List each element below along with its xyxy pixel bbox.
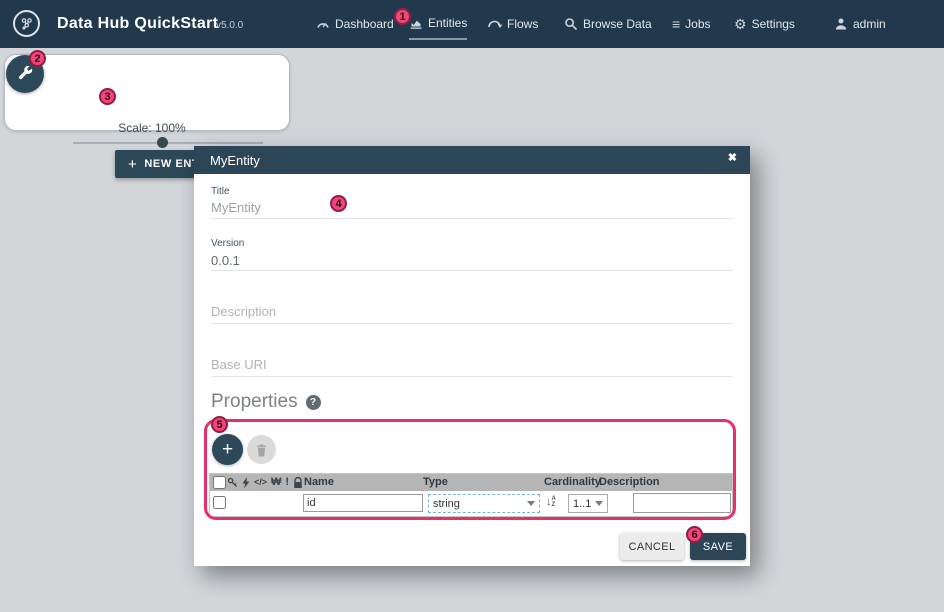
annotation-badge-6: 6 [686, 526, 703, 543]
lock-icon [293, 477, 303, 489]
annotation-badge-5: 5 [211, 416, 228, 433]
property-type-select[interactable]: string [428, 494, 540, 513]
property-type-value: string [433, 498, 460, 510]
datahub-logo-icon [13, 10, 40, 37]
top-navbar: Data Hub QuickStart v5.0.0 Dashboard Ent… [0, 0, 944, 48]
column-header-description: Description [599, 476, 660, 488]
property-cardinality-select[interactable]: 1..1 [568, 494, 608, 513]
nav-item-dashboard[interactable]: Dashboard [316, 0, 394, 48]
plus-icon: + [128, 156, 137, 173]
app-version: v5.0.0 [216, 20, 243, 31]
nav-item-user[interactable]: admin [834, 0, 886, 48]
word-lexicon-icon: ₩ [271, 477, 281, 488]
nav-label: Flows [507, 17, 538, 31]
property-flag-icons: </> ₩ ! [227, 475, 303, 490]
select-all-checkbox[interactable] [213, 476, 226, 489]
search-icon [564, 17, 578, 31]
username-label: admin [853, 17, 886, 31]
entity-toolbox-panel: Scale: 100% + NEW ENTITY [4, 54, 290, 131]
properties-table: </> ₩ ! Name Type Cardinality Descriptio… [209, 473, 733, 517]
gear-icon: ⚙ [734, 17, 747, 31]
flows-icon [487, 17, 502, 31]
add-property-button[interactable]: + [212, 434, 243, 465]
chevron-down-icon [527, 501, 535, 506]
column-header-cardinality: Cardinality [544, 476, 601, 488]
entities-icon [409, 16, 423, 30]
nav-item-entities[interactable]: Entities [409, 0, 467, 48]
annotation-badge-2: 2 [29, 50, 46, 67]
scale-slider-track[interactable] [73, 142, 263, 144]
entity-editor-modal: MyEntity ✖ Title MyEntity Version 0.0.1 … [194, 146, 750, 566]
sort-letter-z: Z [552, 502, 556, 508]
version-field-input[interactable]: 0.0.1 [211, 253, 240, 268]
modal-header: MyEntity ✖ [194, 146, 750, 174]
cardinality-value: 1..1 [573, 498, 591, 510]
sort-az-icon[interactable]: ↓ A Z [546, 496, 556, 508]
field-divider [211, 218, 733, 219]
property-row: string ↓ A Z 1..1 [210, 491, 732, 516]
row-checkbox[interactable] [213, 496, 226, 509]
properties-table-header: </> ₩ ! Name Type Cardinality Descriptio… [210, 474, 732, 491]
user-icon [834, 17, 848, 31]
title-field-input[interactable]: MyEntity [211, 200, 261, 215]
column-header-name: Name [304, 476, 334, 488]
bolt-icon [242, 477, 250, 489]
nav-item-settings[interactable]: ⚙ Settings [734, 0, 795, 48]
code-icon: </> [254, 478, 267, 487]
nav-item-browse-data[interactable]: Browse Data [564, 0, 652, 48]
field-divider [211, 323, 733, 324]
close-icon[interactable]: ✖ [728, 153, 737, 164]
scale-slider-thumb[interactable] [157, 137, 168, 148]
field-divider [211, 376, 733, 377]
nav-label: Browse Data [583, 17, 652, 31]
chevron-down-icon [595, 501, 603, 506]
cancel-button[interactable]: CANCEL [620, 533, 684, 560]
annotation-badge-3: 3 [99, 88, 116, 105]
nav-label: Dashboard [335, 17, 394, 31]
required-icon: ! [285, 477, 289, 488]
modal-title: MyEntity [210, 153, 260, 168]
app-title: Data Hub QuickStart [57, 15, 218, 33]
property-description-input[interactable] [633, 493, 731, 513]
property-name-input[interactable] [303, 494, 423, 512]
column-header-type: Type [423, 476, 448, 488]
trash-icon [255, 443, 268, 457]
version-field-label: Version [211, 238, 244, 249]
nav-item-flows[interactable]: Flows [487, 0, 538, 48]
plus-icon: + [222, 439, 233, 461]
delete-property-button[interactable] [247, 435, 276, 464]
properties-heading: Properties ? [211, 391, 321, 413]
wrench-icon [16, 65, 34, 83]
field-divider [211, 270, 733, 271]
description-field-input[interactable]: Description [211, 304, 276, 319]
dashboard-icon [316, 17, 330, 31]
annotation-badge-4: 4 [330, 195, 347, 212]
title-field-label: Title [211, 186, 230, 197]
app-root: Data Hub QuickStart v5.0.0 Dashboard Ent… [0, 0, 944, 612]
nav-label: Entities [428, 16, 467, 30]
nav-item-jobs[interactable]: ≡ Jobs [672, 0, 711, 48]
key-icon [227, 477, 238, 488]
list-icon: ≡ [672, 17, 680, 31]
base-uri-field-input[interactable]: Base URI [211, 357, 267, 372]
scale-label: Scale: 100% [5, 121, 299, 135]
help-icon[interactable]: ? [306, 395, 321, 410]
properties-heading-label: Properties [211, 391, 298, 413]
nav-label: Settings [752, 17, 795, 31]
annotation-badge-1: 1 [394, 8, 411, 25]
nav-label: Jobs [685, 17, 710, 31]
